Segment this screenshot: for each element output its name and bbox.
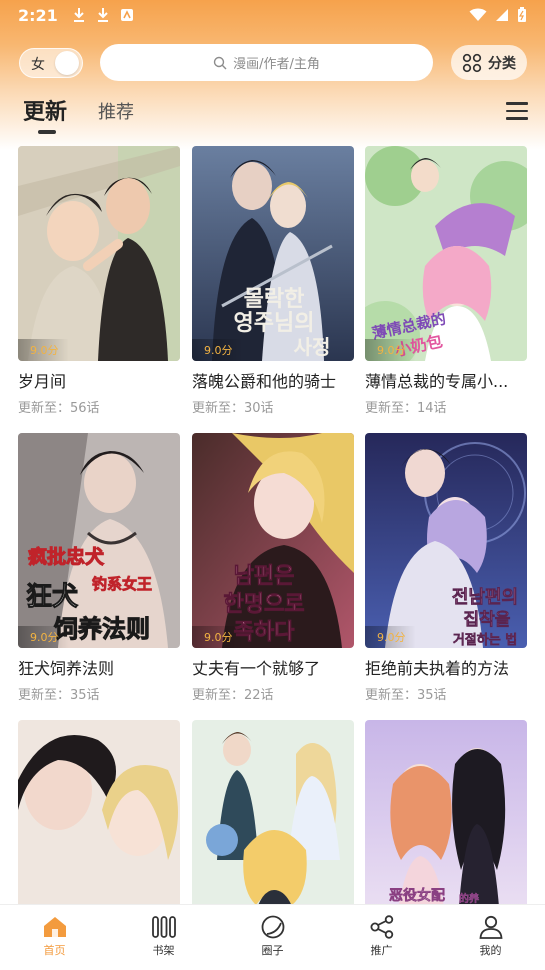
rating-badge: 9.0分 <box>192 626 243 648</box>
comic-title: 丈夫有一个就够了 <box>192 659 321 678</box>
tab-indicator <box>38 130 56 134</box>
category-label: 分类 <box>488 55 516 72</box>
status-time: 2:21 <box>18 5 58 25</box>
gender-toggle[interactable]: 女 <box>19 48 83 78</box>
battery-icon <box>518 7 526 22</box>
comic-cover: 9.0分 <box>18 146 180 361</box>
wifi-icon <box>469 8 487 21</box>
rating-badge: 9.0分 <box>365 626 416 648</box>
comic-cover: 남편은 한명으로 족하다 9.0分 <box>192 433 354 648</box>
cover-title-line: 钓系女王 <box>92 575 152 593</box>
comic-title: 落魄公爵和他的骑士 <box>192 372 337 391</box>
comic-title: 狂犬饲养法则 <box>18 659 115 678</box>
nav-circle[interactable]: 圈子 <box>218 905 327 970</box>
nav-bookshelf[interactable]: 书架 <box>109 905 218 970</box>
search-placeholder: 漫画/作者/主角 <box>233 57 320 72</box>
tab-update[interactable]: 更新 <box>23 94 67 126</box>
search-input[interactable]: 漫画/作者/主角 <box>100 44 433 81</box>
comic-card[interactable] <box>18 720 180 935</box>
nav-label: 推广 <box>370 944 393 957</box>
cover-title-line: 족하다 <box>234 620 295 645</box>
bottom-nav: 首页 书架 圈子 推广 我的 <box>0 904 545 970</box>
search-icon <box>213 56 227 69</box>
share-icon <box>370 915 393 939</box>
cover-title-line: 한명으로 <box>224 592 305 617</box>
nav-label: 我的 <box>479 944 502 957</box>
comic-card[interactable]: 몰락한 영주님의 사정 9.0分 落魄公爵和他的骑士 更新至：30话 <box>192 146 354 416</box>
comic-card[interactable]: 薄情总裁的 小奶包 9.0分 薄情总裁的专属小... 更新至：14话 <box>365 146 527 416</box>
rating-badge: 9.0分 <box>192 339 243 361</box>
comic-title: 岁月间 <box>18 372 67 391</box>
cover-title-line: 사정 <box>294 335 331 359</box>
comic-cover: 몰락한 영주님의 사정 9.0分 <box>192 146 354 361</box>
comic-title: 薄情总裁的专属小... <box>365 372 509 391</box>
cover-title-line: 전남편의 <box>452 587 518 608</box>
nav-label: 首页 <box>43 944 66 957</box>
cover-title-line: 집착을 <box>464 610 511 630</box>
category-button[interactable]: 分类 <box>451 45 527 80</box>
cover-title-line: 거절하는 법 <box>453 632 517 648</box>
comic-cover <box>192 720 354 935</box>
comic-card[interactable]: 恶役女配 的养 成 <box>365 720 527 935</box>
gender-label: 女 <box>31 57 45 73</box>
status-bar: 2:21 <box>0 0 545 30</box>
nav-home[interactable]: 首页 <box>0 905 109 970</box>
circle-icon <box>261 915 284 939</box>
tab-bar: 更新 推荐 <box>0 92 545 140</box>
bookshelf-icon <box>151 916 176 938</box>
rating-badge: 9.0分 <box>18 339 69 361</box>
comic-update: 更新至：30话 <box>192 401 274 416</box>
comic-update: 更新至：14话 <box>365 401 447 416</box>
comic-card[interactable] <box>192 720 354 935</box>
comic-cover: 薄情总裁的 小奶包 9.0分 <box>365 146 527 361</box>
nav-promote[interactable]: 推广 <box>327 905 436 970</box>
cover-title-line: 恶役女配 <box>389 887 445 904</box>
signal-icon <box>496 9 508 21</box>
comic-title: 拒绝前夫执着的方法 <box>365 659 510 678</box>
nav-label: 圈子 <box>261 944 284 957</box>
comic-card[interactable]: 9.0分 岁月间 更新至：56话 <box>18 146 180 416</box>
cover-title-line: 남편은 <box>234 564 295 589</box>
comic-cover: 恶役女配 的养 成 <box>365 720 527 935</box>
comic-update: 更新至：35话 <box>18 688 100 703</box>
cover-title-line: 영주님의 <box>234 311 315 336</box>
rating-badge: 9.0分 <box>365 339 416 361</box>
comic-update: 更新至：56话 <box>18 401 100 416</box>
comic-update: 更新至：35话 <box>365 688 447 703</box>
comic-card[interactable]: 전남편의 집착을 거절하는 법 9.0分 拒绝前夫执着的方法 更新至：35话 <box>365 433 527 703</box>
profile-icon <box>479 915 502 939</box>
rating-badge: 9.0分 <box>18 626 69 648</box>
comic-update: 更新至：22话 <box>192 688 274 703</box>
comic-card[interactable]: 남편은 한명으로 족하다 9.0分 丈夫有一个就够了 更新至：22话 <box>192 433 354 703</box>
download-icon <box>73 8 84 22</box>
comic-cover <box>18 720 180 935</box>
tab-recommend[interactable]: 推荐 <box>98 98 134 124</box>
toggle-knob <box>55 51 79 75</box>
comic-cover: 疯批忠犬 狂犬 钓系女王 饲养法则 9.0分 <box>18 433 180 648</box>
home-icon <box>43 917 66 937</box>
grid-icon <box>462 53 482 72</box>
app-notification-icon <box>120 9 133 21</box>
nav-profile[interactable]: 我的 <box>436 905 545 970</box>
menu-icon[interactable] <box>506 102 528 120</box>
comic-card[interactable]: 疯批忠犬 狂犬 钓系女王 饲养法则 9.0分 狂犬饲养法则 更新至：35话 <box>18 433 180 703</box>
cover-title-line: 몰락한 <box>244 287 305 312</box>
nav-label: 书架 <box>152 944 175 957</box>
download-icon <box>97 8 108 22</box>
cover-title-line: 疯批忠犬 <box>28 545 105 568</box>
cover-title-line: 狂犬 <box>26 582 79 612</box>
search-row: 女 漫画/作者/主角 分类 <box>0 44 545 82</box>
comic-cover: 전남편의 집착을 거절하는 법 9.0分 <box>365 433 527 648</box>
